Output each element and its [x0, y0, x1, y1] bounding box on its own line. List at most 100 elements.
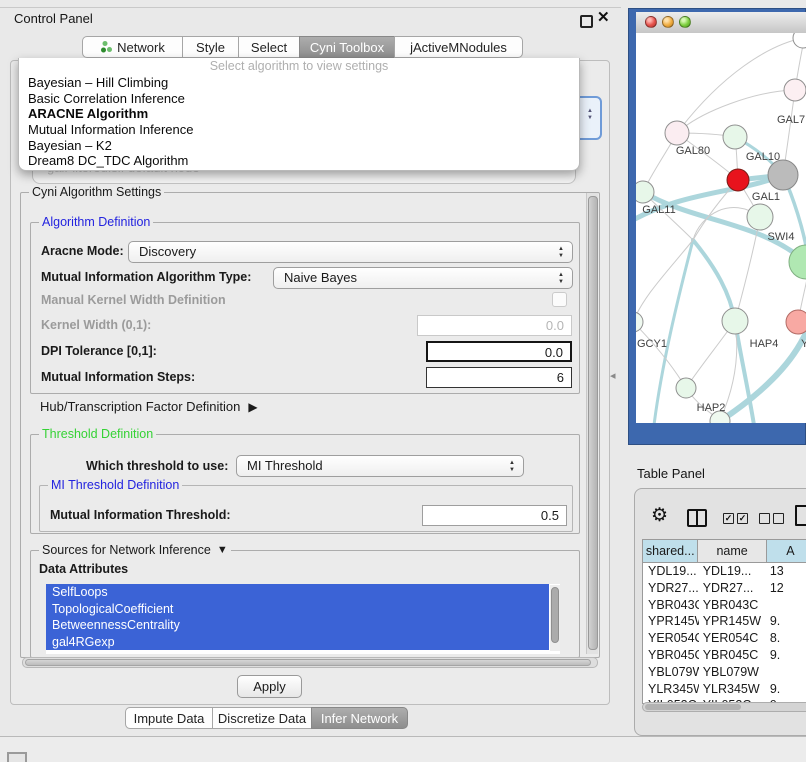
network-node-gal7[interactable] — [784, 79, 806, 101]
traffic-light-zoom[interactable] — [679, 16, 691, 28]
network-node[interactable] — [768, 160, 798, 190]
aracne-mode-combo[interactable]: Discovery ▲ ▼ — [128, 241, 573, 263]
bottom-tab-bar: Impute DataDiscretize DataInfer Network — [125, 707, 408, 729]
network-node-gal80[interactable] — [665, 121, 689, 145]
node-label-gal11: GAL11 — [642, 204, 675, 216]
algorithm-option-basic-correlation-inference[interactable]: Basic Correlation Inference — [19, 91, 579, 107]
network-node-hap4[interactable] — [722, 308, 748, 334]
unchecked-checkboxes-icon[interactable] — [759, 513, 784, 524]
tab-cyni-toolbox[interactable]: Cyni Toolbox — [299, 36, 395, 58]
attributes-scrollbar[interactable] — [550, 585, 560, 651]
columns-icon[interactable] — [687, 509, 707, 527]
apply-button[interactable]: Apply — [237, 675, 302, 698]
scrollbar-thumb[interactable] — [645, 704, 741, 710]
titlebar-divider — [0, 7, 621, 8]
network-node-y[interactable] — [786, 310, 806, 334]
data-attribute-option-topologicalcoefficient[interactable]: TopologicalCoefficient — [46, 601, 549, 618]
column-header-name[interactable]: name — [698, 540, 766, 562]
document-icon[interactable] — [795, 505, 806, 526]
threshold-definition-title: Threshold Definition — [39, 427, 156, 441]
mi-steps-label: Mutual Information Steps: — [41, 367, 195, 388]
table-row[interactable]: YDR27...YDR27...12 — [643, 580, 806, 597]
tab-jactivemnodules[interactable]: jActiveMNodules — [394, 36, 523, 58]
screen: Control Panel ✕ NetworkStyleSelectCyni T… — [0, 0, 806, 762]
spinner-down-icon: ▼ — [558, 253, 564, 259]
table-row[interactable]: YER054CYER054C8. — [643, 630, 806, 647]
algorithm-option-dream8-dc-tdc-algorithm[interactable]: Dream8 DC_TDC Algorithm — [19, 153, 579, 169]
scrollbar-thumb[interactable] — [588, 196, 598, 650]
table-row[interactable]: YPR145WYPR145W9. — [643, 613, 806, 630]
table-row[interactable]: YBL079WYBL079W — [643, 664, 806, 681]
tab-select[interactable]: Select — [238, 36, 300, 58]
dropdown-placeholder: Select algorithm to view settings — [19, 58, 579, 75]
kernel-width-field[interactable]: 0.0 — [417, 315, 572, 336]
node-label-gal1: GAL1 — [752, 191, 780, 203]
data-attribute-option-gal4rgexp[interactable]: gal4RGexp — [46, 634, 549, 651]
node-label-y: Y — [801, 338, 806, 350]
gear-icon[interactable]: ⚙ — [651, 504, 668, 527]
network-node[interactable] — [793, 33, 806, 48]
table-cell: 9. — [767, 681, 806, 698]
network-node-gcy1[interactable] — [636, 312, 643, 332]
bottom-tab-infer-network[interactable]: Infer Network — [311, 707, 408, 729]
scrollbar-thumb[interactable] — [551, 587, 559, 643]
mi-steps-field[interactable]: 6 — [426, 367, 572, 388]
algorithm-dropdown: Select algorithm to view settings Bayesi… — [18, 58, 580, 171]
table-horizontal-scrollbar[interactable] — [642, 702, 806, 712]
mi-type-value: Naive Bayes — [284, 270, 357, 285]
algorithm-option-bayesian-k2[interactable]: Bayesian – K2 — [19, 138, 579, 154]
table-body: YDL19...YDL19...13YDR27...YDR27...12YBR0… — [643, 563, 806, 703]
kernel-width-label: Kernel Width (0,1): — [41, 315, 151, 336]
traffic-light-minimize[interactable] — [662, 16, 674, 28]
splitter-collapse-icon[interactable]: ◂ — [610, 369, 616, 382]
which-threshold-combo[interactable]: MI Threshold ▲ ▼ — [236, 455, 524, 477]
table-cell: YPR145W — [643, 613, 699, 630]
expand-arrow-icon: ▶ — [248, 400, 257, 414]
mi-threshold-field[interactable]: 0.5 — [422, 505, 567, 526]
hub-definition-toggle[interactable]: Hub/Transcription Factor Definition ▶ — [40, 399, 258, 414]
manual-kernel-checkbox[interactable] — [552, 292, 567, 307]
data-attribute-option-betweennesscentrality[interactable]: BetweennessCentrality — [46, 617, 549, 634]
sources-group-toggle[interactable]: Sources for Network Inference ▼ — [39, 543, 231, 557]
aracne-mode-label: Aracne Mode: — [41, 241, 124, 262]
column-header-a[interactable]: A — [767, 540, 806, 562]
settings-vertical-scrollbar[interactable] — [586, 193, 598, 654]
close-icon[interactable]: ✕ — [597, 9, 610, 27]
table-cell: YER054C — [643, 630, 699, 647]
network-window-titlebar[interactable] — [636, 12, 806, 34]
algorithm-option-bayesian-hill-climbing[interactable]: Bayesian – Hill Climbing — [19, 75, 579, 91]
network-node-gal11[interactable] — [636, 181, 654, 203]
column-header-shared[interactable]: shared... — [643, 540, 698, 562]
checkbox-checked-icon: ✓ — [723, 513, 734, 524]
table-row[interactable]: YDL19...YDL19...13 — [643, 563, 806, 580]
tab-network[interactable]: Network — [82, 36, 183, 58]
mi-type-combo[interactable]: Naive Bayes ▲ ▼ — [273, 267, 573, 289]
algorithm-definition-title: Algorithm Definition — [39, 215, 153, 229]
table-row[interactable]: YBR045CYBR045C9. — [643, 647, 806, 664]
table-cell: YDR27... — [643, 580, 699, 597]
traffic-light-close[interactable] — [645, 16, 657, 28]
bottom-tab-impute-data[interactable]: Impute Data — [125, 707, 213, 729]
network-canvas[interactable]: GAL7GAL80GAL10GAL1GAL11SWI4GCY1HAP4YHAP2 — [636, 33, 806, 423]
bottom-tab-discretize-data[interactable]: Discretize Data — [212, 707, 312, 729]
data-attribute-option-selfloops[interactable]: SelfLoops — [46, 584, 549, 601]
network-node-hap2[interactable] — [676, 378, 696, 398]
scrollbar-thumb[interactable] — [25, 659, 591, 666]
checkbox-unchecked-icon — [759, 513, 770, 524]
algorithm-option-aracne-algorithm[interactable]: ARACNE Algorithm — [19, 106, 579, 122]
cropped-button[interactable] — [7, 752, 27, 762]
spinner-down-icon: ▼ — [586, 115, 594, 122]
checkbox-unchecked-icon — [773, 513, 784, 524]
dpi-tolerance-field[interactable]: 0.0 — [426, 341, 572, 362]
table-row[interactable]: YLR345WYLR345W9. — [643, 681, 806, 698]
tab-style[interactable]: Style — [182, 36, 239, 58]
network-node-gal10[interactable] — [723, 125, 747, 149]
table-row[interactable]: YBR043CYBR043C — [643, 597, 806, 614]
checked-checkboxes-icon[interactable]: ✓ ✓ — [723, 513, 748, 524]
settings-horizontal-scrollbar[interactable] — [22, 657, 598, 668]
network-node-gal1[interactable] — [727, 169, 749, 191]
network-node-swi4[interactable] — [747, 204, 773, 230]
float-window-icon[interactable] — [580, 15, 593, 28]
algorithm-option-mutual-information-inference[interactable]: Mutual Information Inference — [19, 122, 579, 138]
data-attributes-list[interactable]: SelfLoopsTopologicalCoefficientBetweenne… — [46, 584, 560, 654]
